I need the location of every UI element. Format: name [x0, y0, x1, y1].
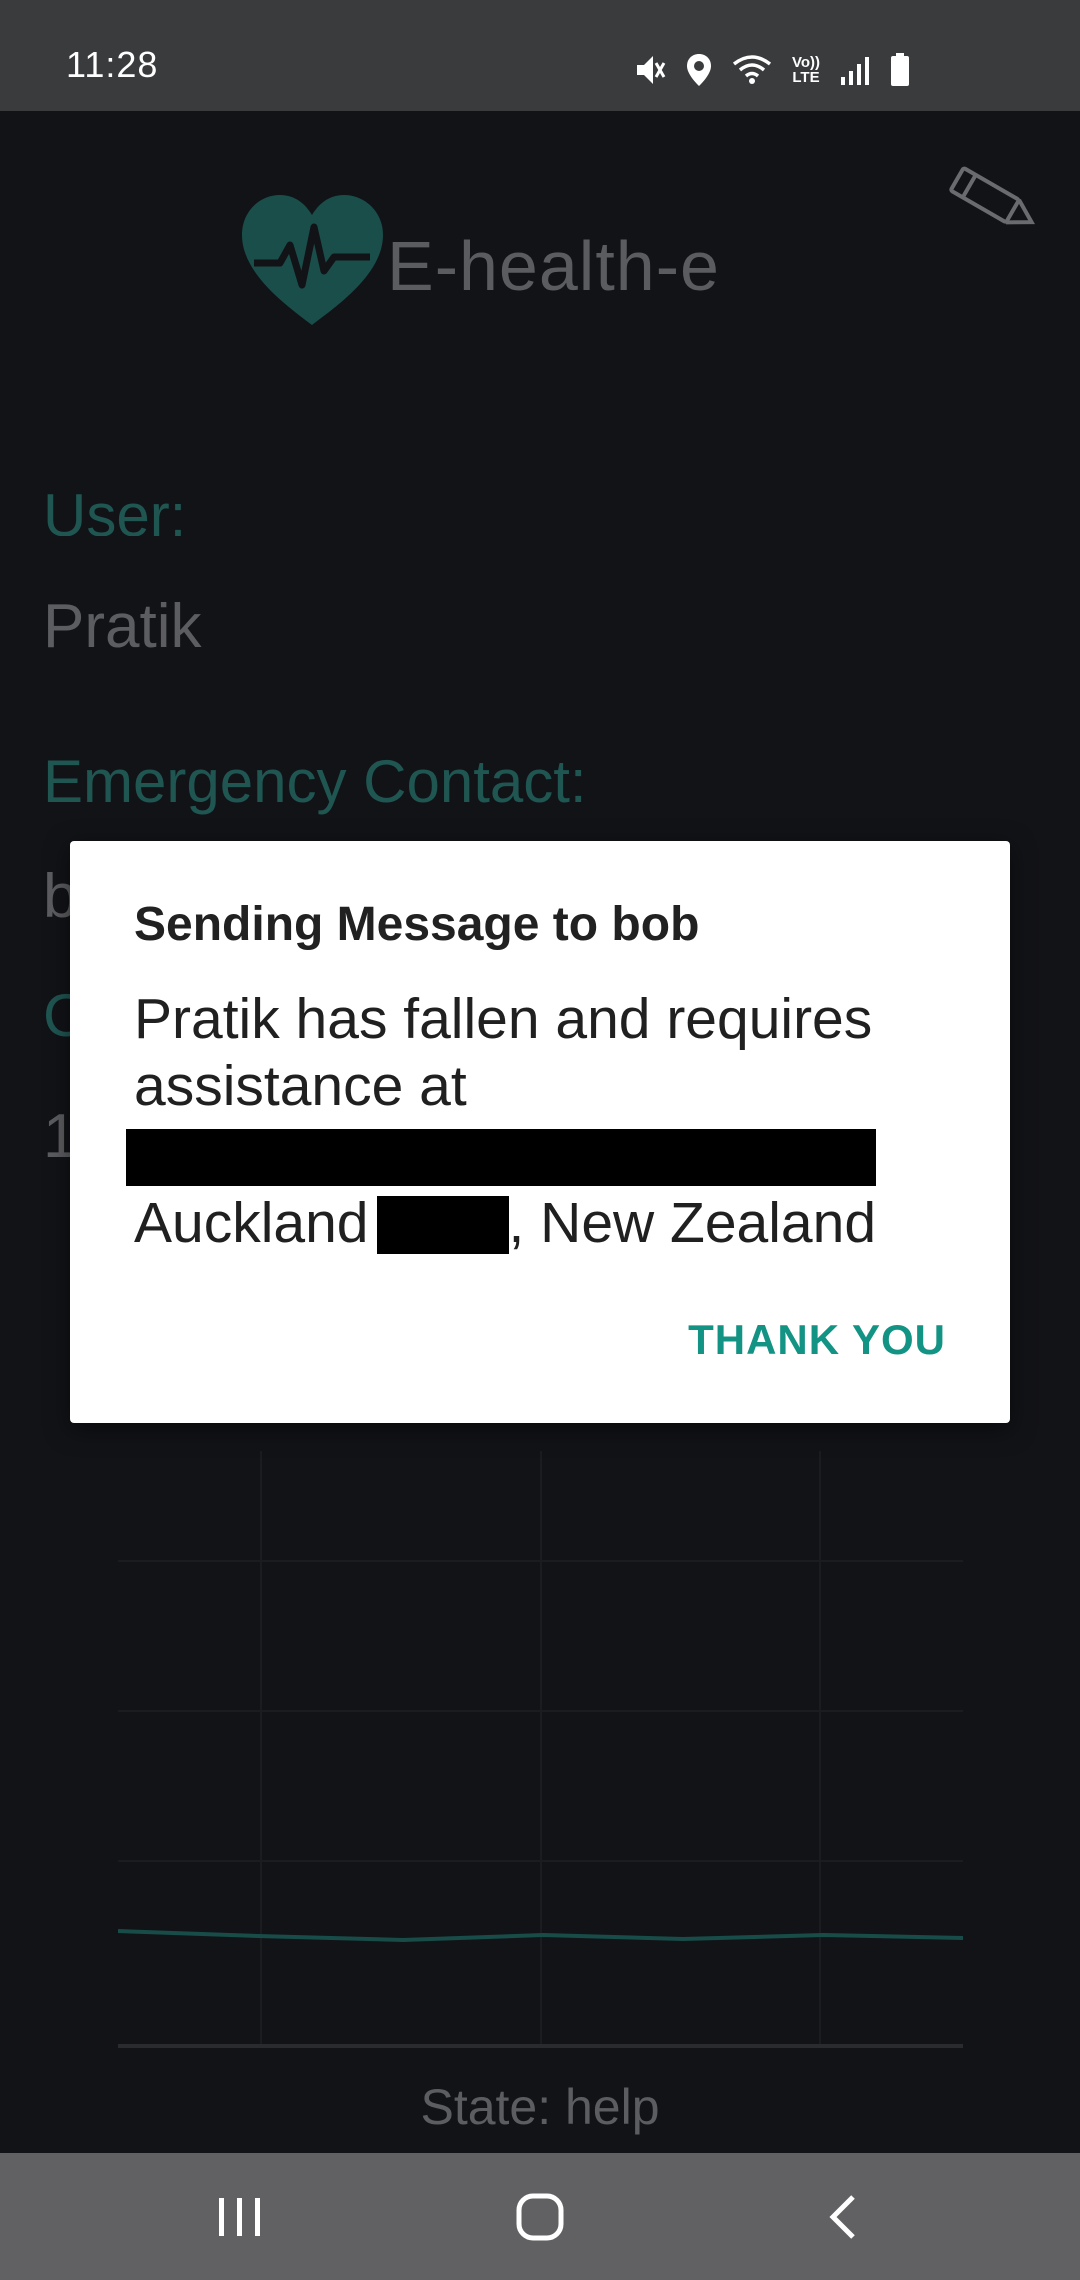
back-button[interactable] — [793, 2179, 893, 2255]
user-value: Pratik — [43, 592, 202, 661]
user-label: User: — [43, 482, 187, 536]
app-logo-text: E-health-e — [387, 227, 720, 305]
alert-dialog: Sending Message to bob Pratik has fallen… — [70, 841, 1010, 1423]
pencil-icon[interactable] — [943, 161, 1043, 241]
status-bar: 11:28 Vo)) LTE — [0, 0, 1080, 111]
redacted-postcode — [376, 1196, 509, 1254]
recent-apps-icon — [219, 2198, 260, 2236]
location-icon — [686, 54, 711, 86]
location-country: , New Zealand — [508, 1191, 877, 1255]
thank-you-button[interactable]: THANK YOU — [688, 1316, 946, 1364]
dialog-title: Sending Message to bob — [134, 898, 700, 951]
back-icon — [829, 2195, 855, 2239]
home-icon — [516, 2193, 564, 2241]
volte-label: Vo)) — [791, 54, 820, 71]
home-button[interactable] — [490, 2179, 590, 2255]
dialog-location-line: Auckland , New Zealand — [134, 1190, 876, 1257]
volte-lte-indicator: Vo)) LTE — [792, 55, 820, 85]
status-icons: Vo)) LTE — [634, 50, 910, 90]
redacted-address — [126, 1129, 876, 1186]
wifi-icon — [732, 55, 772, 84]
battery-icon — [891, 53, 909, 86]
recent-apps-button[interactable] — [190, 2179, 290, 2255]
navigation-bar — [0, 2153, 1080, 2280]
heart-logo-icon — [242, 195, 383, 325]
emergency-contact-label: Emergency Contact: — [43, 748, 587, 815]
mute-icon — [636, 56, 666, 84]
location-city: Auckland — [134, 1191, 369, 1255]
sensor-chart — [118, 1451, 963, 2048]
status-time: 11:28 — [66, 44, 159, 85]
dialog-message: Pratik has fallen and requires assistanc… — [134, 987, 873, 1118]
state-text: State: help — [420, 2079, 660, 2135]
lte-label: LTE — [792, 69, 820, 86]
signal-icon — [841, 57, 869, 85]
